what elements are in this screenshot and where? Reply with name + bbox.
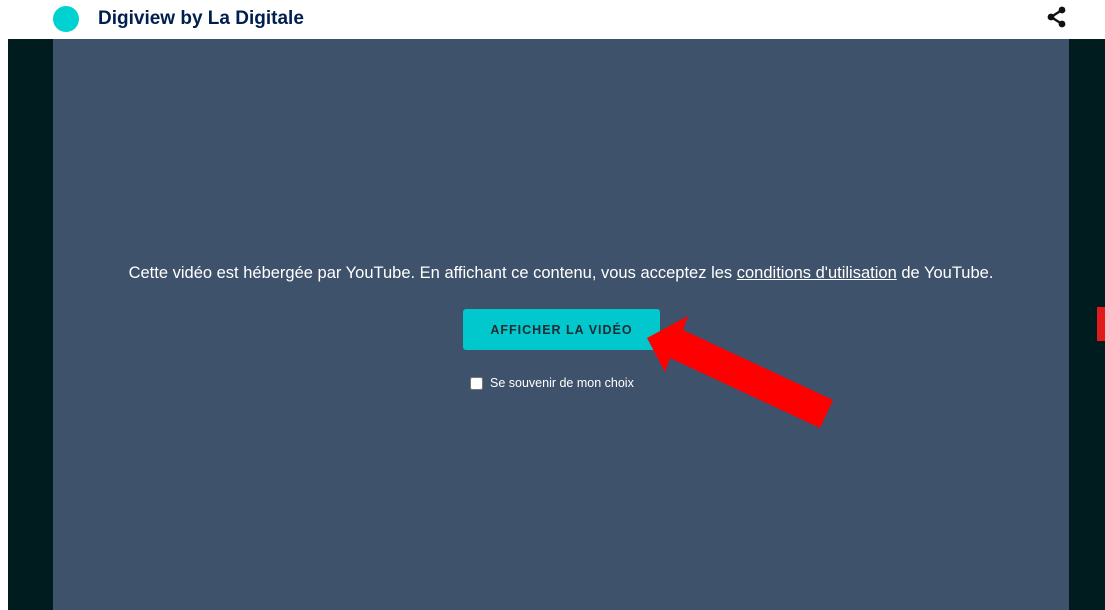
share-button[interactable] xyxy=(1043,3,1071,31)
app-header: Digiview by La Digitale xyxy=(0,0,1105,39)
terms-of-use-link[interactable]: conditions d'utilisation xyxy=(737,264,897,282)
notice-text-before: Cette vidéo est hébergée par YouTube. En… xyxy=(128,264,737,282)
remember-choice-option[interactable]: Se souvenir de mon choix xyxy=(470,374,634,392)
video-stage: Cette vidéo est hébergée par YouTube. En… xyxy=(8,39,1105,610)
remember-choice-label: Se souvenir de mon choix xyxy=(490,376,634,390)
app-title: Digiview by La Digitale xyxy=(98,8,304,29)
red-edge-marker xyxy=(1097,307,1105,341)
logo-icon xyxy=(53,6,79,32)
video-consent-panel: Cette vidéo est hébergée par YouTube. En… xyxy=(53,39,1069,610)
consent-notice: Cette vidéo est hébergée par YouTube. En… xyxy=(53,261,1069,285)
notice-text-after: de YouTube. xyxy=(896,264,994,282)
show-video-button[interactable]: AFFICHER LA VIDÉO xyxy=(463,309,660,350)
remember-choice-checkbox[interactable] xyxy=(470,376,483,390)
share-icon xyxy=(1047,6,1066,28)
